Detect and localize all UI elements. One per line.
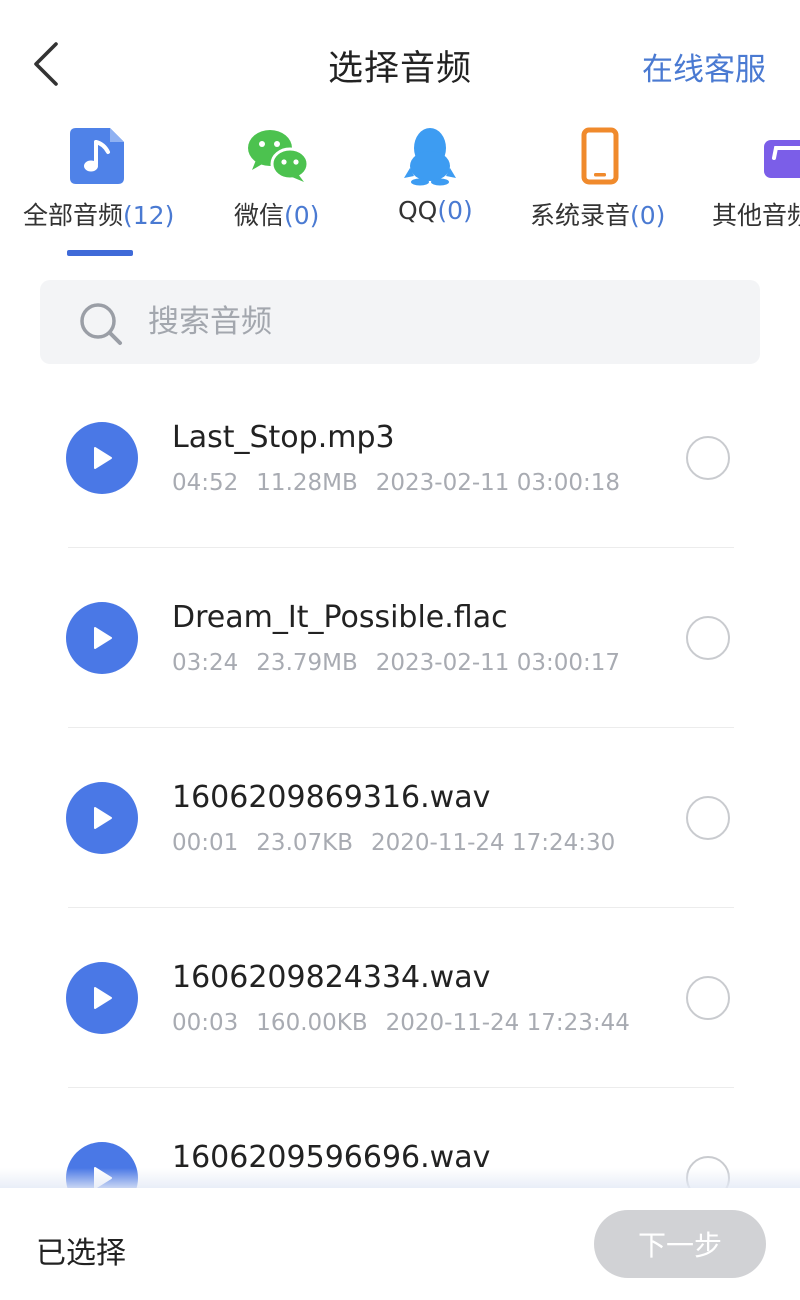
select-radio[interactable]	[686, 616, 730, 660]
selected-count-label: 已选择	[36, 1236, 126, 1271]
tab-label: 全部音频(12)	[23, 201, 175, 230]
bottom-bar: 已选择 下一步	[0, 1188, 800, 1300]
file-duration: 04:52	[172, 470, 239, 496]
tab-label: 其他音频	[712, 201, 800, 230]
file-name: 1606209824334.wav	[172, 960, 491, 995]
file-date: 2023-02-11 03:00:18	[375, 470, 621, 496]
online-service-link[interactable]: 在线客服	[642, 44, 766, 89]
search-bar[interactable]	[40, 280, 760, 364]
play-button[interactable]	[66, 422, 138, 494]
tab-system-recording[interactable]: 系统录音(0)	[510, 120, 690, 260]
file-name: Dream_It_Possible.flac	[172, 600, 508, 635]
audio-file-list: Last_Stop.mp3 04:52 11.28MB 2023-02-11 03:…	[0, 368, 800, 1188]
file-date: 2020-11-24 17:24:30	[371, 830, 616, 856]
list-item[interactable]: Dream_It_Possible.flac 03:24 23.79MB 2023-…	[0, 548, 800, 728]
file-size: 23.79MB	[256, 650, 358, 676]
header: 选择音频 在线客服	[0, 0, 800, 120]
tab-wechat[interactable]: 微信(0)	[200, 120, 360, 260]
bottom-bar-shadow	[0, 1168, 800, 1190]
search-input[interactable]	[148, 280, 728, 364]
file-size: 160.00KB	[256, 1010, 368, 1036]
tab-label: 系统录音(0)	[530, 201, 666, 230]
tab-all-audio[interactable]: 全部音频(12)	[0, 120, 200, 260]
file-duration: 00:03	[172, 1010, 239, 1036]
wechat-icon	[248, 130, 310, 182]
file-date: 2023-02-11 03:00:17	[375, 650, 621, 676]
play-icon	[94, 627, 112, 649]
next-step-button[interactable]: 下一步	[594, 1210, 766, 1278]
file-meta: 03:24 23.79MB 2023-02-11 03:00:17	[172, 650, 638, 676]
file-name: 1606209869316.wav	[172, 780, 491, 815]
file-size: 11.28MB	[256, 470, 358, 496]
folder-icon	[764, 140, 800, 178]
list-item[interactable]: Last_Stop.mp3 04:52 11.28MB 2023-02-11 03:…	[0, 368, 800, 548]
play-button[interactable]	[66, 782, 138, 854]
select-radio[interactable]	[686, 976, 730, 1020]
tab-qq[interactable]: QQ(0)	[360, 120, 510, 260]
play-button[interactable]	[66, 962, 138, 1034]
category-tabs: 全部音频(12) 微信(0) QQ(0) 系统录音(0) 其他音频	[0, 120, 800, 260]
select-radio[interactable]	[686, 796, 730, 840]
list-item[interactable]: 1606209824334.wav 00:03 160.00KB 2020-11-2…	[0, 908, 800, 1088]
file-size: 23.07KB	[256, 830, 354, 856]
tab-label: QQ(0)	[398, 196, 473, 225]
select-radio[interactable]	[686, 436, 730, 480]
qq-penguin-icon	[404, 128, 456, 186]
file-meta: 00:01 23.07KB 2020-11-24 17:24:30	[172, 830, 633, 856]
file-duration: 03:24	[172, 650, 239, 676]
list-item[interactable]: 1606209869316.wav 00:01 23.07KB 2020-11-24…	[0, 728, 800, 908]
file-duration: 00:01	[172, 830, 239, 856]
play-icon	[94, 447, 112, 469]
play-icon	[94, 807, 112, 829]
file-meta: 04:52 11.28MB 2023-02-11 03:00:18	[172, 470, 638, 496]
file-name: Last_Stop.mp3	[172, 420, 395, 455]
play-icon	[94, 987, 112, 1009]
file-date: 2020-11-24 17:23:44	[385, 1010, 630, 1036]
music-note-icon	[70, 128, 124, 184]
phone-icon	[581, 127, 619, 185]
search-icon	[80, 303, 122, 345]
tab-label: 微信(0)	[234, 201, 320, 230]
tab-other-audio[interactable]: 其他音频	[690, 120, 800, 260]
play-button[interactable]	[66, 602, 138, 674]
active-tab-indicator	[67, 250, 133, 256]
file-meta: 00:03 160.00KB 2020-11-24 17:23:44	[172, 1010, 648, 1036]
